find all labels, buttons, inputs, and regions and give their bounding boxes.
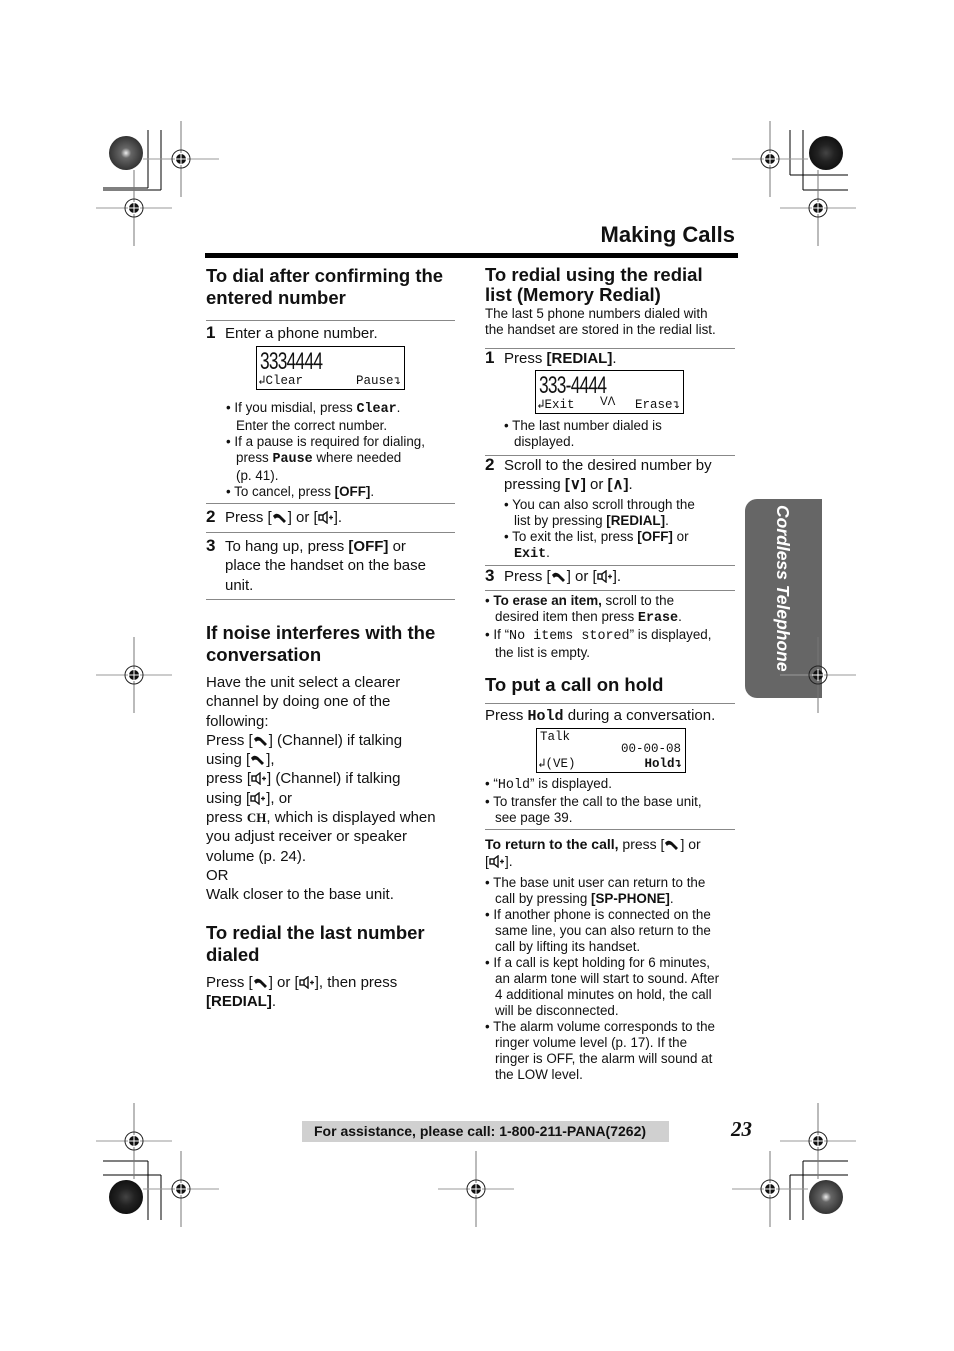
divider (206, 532, 455, 533)
divider (485, 703, 735, 704)
lcd-soft-left: ↲Clear (258, 374, 304, 388)
talk-phone-icon (253, 736, 267, 746)
header-rule (205, 253, 738, 258)
memory-step-3: 3 Press [] or []. (485, 566, 622, 585)
return-note-item: • If a call is kept holding for 6 minute… (485, 955, 720, 1018)
speakerphone-icon (251, 772, 267, 786)
speakerphone-icon (299, 976, 314, 989)
lcd-display-dial: 3334444 ↲Clear Pause↴ (256, 346, 405, 390)
memory-notes: • To erase an item, scroll to the desired… (485, 593, 712, 660)
memory-step-2: 2 Scroll to the desired number by pressin… (485, 455, 712, 494)
speakerphone-icon (489, 855, 504, 868)
soft-key-right-arrow-icon: ↴ (674, 757, 682, 771)
memory-redial-intro: The last 5 phone numbers dialed with the… (485, 306, 716, 337)
divider (485, 829, 735, 830)
talk-phone-icon (272, 513, 286, 523)
heading-noise: If noise interferes with the conversatio… (206, 622, 436, 665)
talk-phone-icon (551, 572, 565, 582)
lcd-soft-right: Pause↴ (355, 374, 401, 388)
redial-last-instructions: Press [] or [], then press [REDIAL]. (206, 974, 398, 1011)
scroll-arrows: VΛ (600, 396, 616, 408)
memory-step-1-note: • The last number dialed is displayed. (504, 418, 662, 449)
note-cancel: • To cancel, press [OFF]. (226, 484, 375, 499)
soft-key-right-arrow-icon: ↴ (672, 398, 680, 412)
heading-memory-redial: To redial using the redial list (Memory … (485, 264, 703, 305)
lcd-display-redial: 333-4444 ↲Exit VΛ Erase↴ (535, 370, 684, 414)
page-title: Making Calls (600, 222, 735, 247)
registration-cross-left (95, 636, 173, 714)
soft-key-left-arrow-icon: ↲ (258, 374, 266, 388)
page-number: 23 (731, 1117, 752, 1141)
divider (485, 590, 735, 591)
divider (206, 503, 455, 504)
talk-phone-icon (665, 840, 679, 850)
note-misdial: • If you misdial, press Clear. Enter the … (226, 400, 401, 433)
heading-hold: To put a call on hold (485, 674, 664, 695)
noise-instructions: Have the unit select a clearer channel b… (206, 674, 436, 904)
talk-phone-icon (253, 978, 267, 988)
return-note-item: • The base unit user can return to the ca… (485, 875, 706, 906)
crop-mark-top-left (95, 120, 220, 247)
hold-notes: • “Hold” is displayed. • To transfer the… (485, 776, 702, 825)
speakerphone-icon (250, 791, 266, 805)
return-note-item: • If another phone is connected on the sa… (485, 907, 711, 954)
speakerphone-icon (318, 511, 333, 524)
soft-key-left-arrow-icon: ↲ (538, 757, 546, 771)
memory-step-1: 1 Press [REDIAL]. (485, 348, 617, 367)
crop-mark-top-right (731, 120, 857, 247)
memory-step-2-notes: • You can also scroll through the list by… (504, 497, 695, 562)
return-notes: • The base unit user can return to the ca… (485, 875, 743, 1083)
return-to-call: To return to the call, press [] or []. (485, 836, 701, 869)
soft-key-right-arrow-icon: ↴ (393, 374, 401, 388)
step-2-press-talk: 2 Press [] or []. (206, 507, 343, 526)
soft-key-left-arrow-icon: ↲ (537, 398, 545, 412)
return-note-item: • The alarm volume corresponds to the rin… (485, 1019, 715, 1082)
footer-assistance: For assistance, please call: 1-800-211-P… (302, 1121, 669, 1142)
step-1-notes: • If you misdial, press Clear. Enter the … (226, 400, 456, 500)
hold-instruction: Press Hold during a conversation. (485, 707, 716, 725)
speakerphone-icon (597, 570, 612, 583)
heading-dial-confirm: To dial after confirming the entered num… (206, 265, 444, 308)
step-3-hang-up: 3 To hang up, press [OFF] or place the ha… (206, 536, 426, 594)
talk-phone-icon (251, 755, 265, 766)
registration-cross-right (780, 636, 856, 714)
heading-redial-last: To redial the last number dialed (206, 922, 425, 965)
note-pause: • If a pause is required for dialing, pre… (226, 434, 425, 483)
lcd-display-hold: Talk 00-00-08 ↲(VE) Hold↴ (536, 728, 686, 773)
divider (206, 320, 455, 321)
divider (206, 599, 455, 600)
crop-mark-bottom-left (95, 1102, 220, 1228)
registration-cross-bottom (437, 1150, 515, 1228)
step-1-enter-number: 1 Enter a phone number. (206, 323, 378, 342)
